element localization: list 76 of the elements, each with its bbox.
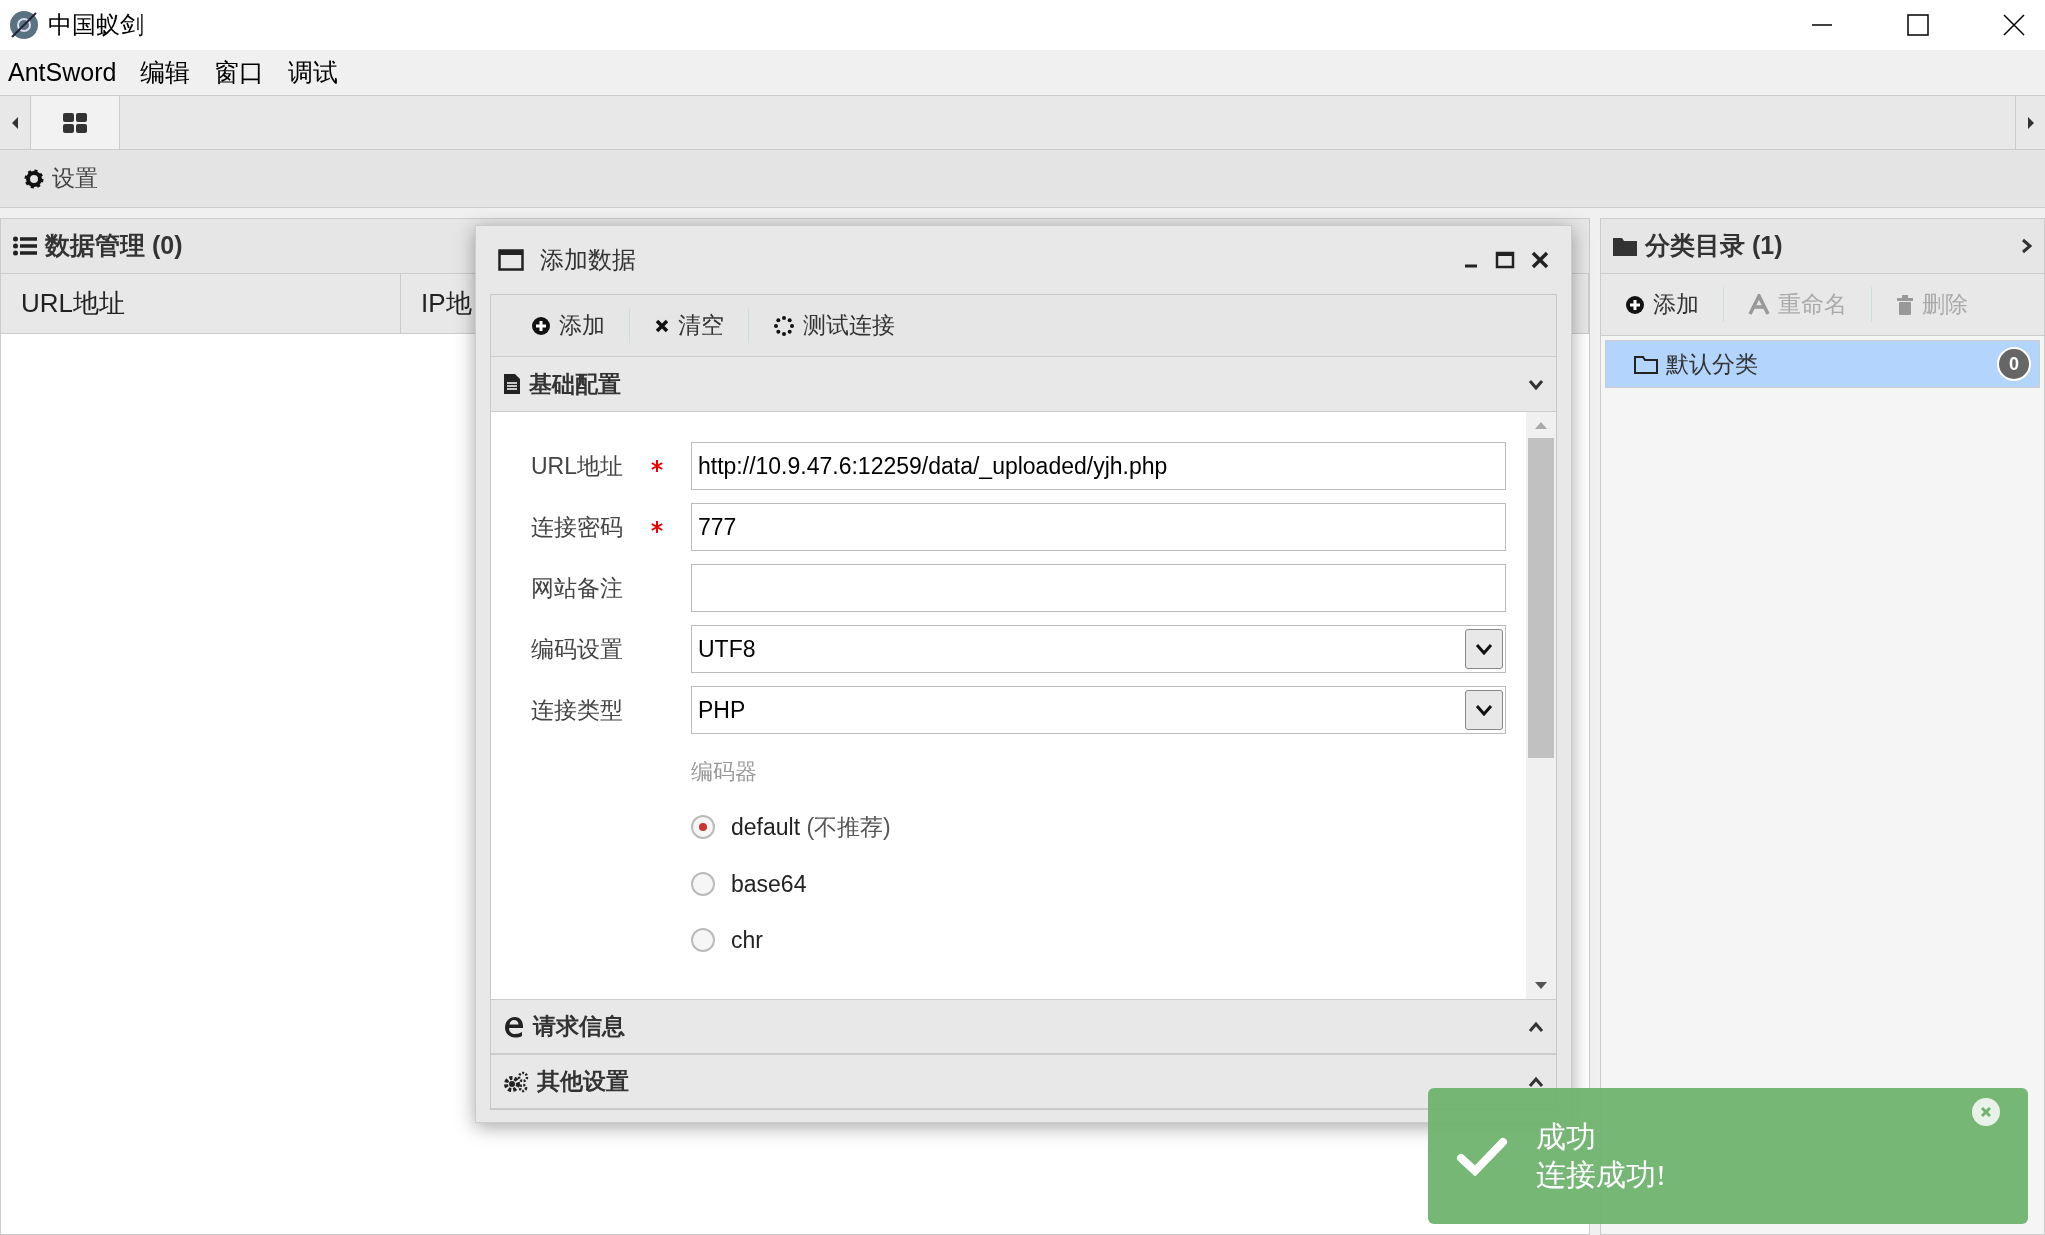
required-icon xyxy=(651,460,663,472)
expand-icon[interactable] xyxy=(1528,1075,1544,1088)
dialog-title: 添加数据 xyxy=(540,245,636,275)
menu-item[interactable]: AntSword xyxy=(8,53,117,92)
field-label: 连接密码 xyxy=(531,512,624,542)
chevron-right-icon[interactable] xyxy=(2020,238,2032,254)
list-icon xyxy=(13,236,37,256)
input-field[interactable]: http://10.9.47.6:12259/data/_uploaded/yjh.php xyxy=(691,442,1506,490)
tab[interactable] xyxy=(30,96,120,149)
input-field[interactable]: 777 xyxy=(691,503,1506,551)
select-field[interactable]: PHP xyxy=(691,686,1506,734)
close-icon[interactable] xyxy=(2003,14,2025,36)
field-label: URL地址 xyxy=(531,451,624,481)
menu-item[interactable]: 窗口 xyxy=(214,53,265,92)
field-label: 网站备注 xyxy=(531,573,624,603)
window-icon xyxy=(498,249,524,271)
toolbar-button[interactable]: 添加 xyxy=(507,308,629,343)
required-icon xyxy=(651,521,663,533)
field-label: 连接类型 xyxy=(531,695,624,725)
maximize-icon[interactable] xyxy=(1495,251,1515,269)
section-header[interactable]: 请求信息 xyxy=(491,999,1556,1054)
close-icon[interactable] xyxy=(1531,251,1549,269)
select-field[interactable]: UTF8 xyxy=(691,625,1506,673)
radio-button[interactable] xyxy=(691,871,715,896)
trash-icon xyxy=(1896,294,1914,315)
document-icon xyxy=(503,373,521,395)
field-label: 编码设置 xyxy=(531,634,624,664)
column-header[interactable]: URL地址 xyxy=(1,274,401,333)
category-item[interactable]: 默认分类 0 xyxy=(1605,340,2040,388)
settings-button[interactable]: 设置 xyxy=(24,161,98,196)
count-badge: 0 xyxy=(1997,347,2031,381)
input-field[interactable] xyxy=(691,564,1506,612)
scroll-right-icon[interactable] xyxy=(2025,115,2036,130)
gears-icon xyxy=(503,1070,529,1093)
window-title: 中国蚁剑 xyxy=(48,10,144,40)
app-logo-icon xyxy=(8,9,40,41)
edge-logo-icon xyxy=(503,1015,525,1038)
close-icon xyxy=(654,317,670,334)
section-title: 其他设置 xyxy=(537,1067,629,1097)
close-icon xyxy=(1980,1106,1992,1118)
toast-title: 成功 xyxy=(1536,1119,1597,1155)
radio-option[interactable]: chr xyxy=(691,923,1506,958)
menu-item[interactable]: 调试 xyxy=(288,53,339,92)
toast-message: 连接成功! xyxy=(1536,1157,1666,1193)
dropdown-icon xyxy=(1475,643,1493,655)
group-label: 编码器 xyxy=(691,758,758,786)
toolbar-button[interactable]: 添加 xyxy=(1601,287,1723,322)
settings-icon xyxy=(24,168,44,189)
grid-icon xyxy=(63,112,87,133)
section-header[interactable]: 其他设置 xyxy=(491,1054,1556,1109)
panel-title: 数据管理 (0) xyxy=(45,230,183,262)
radio-button[interactable] xyxy=(691,928,715,953)
toolbar-button[interactable]: 清空 xyxy=(629,308,748,343)
font-icon xyxy=(1748,293,1770,316)
plus-circle-icon xyxy=(1625,294,1645,315)
collapse-icon[interactable] xyxy=(1528,378,1544,390)
dropdown-icon xyxy=(1475,704,1493,716)
toolbar-button[interactable]: 测试连接 xyxy=(748,308,919,343)
folder-icon xyxy=(1634,354,1658,374)
maximize-icon[interactable] xyxy=(1907,14,1929,36)
category-name: 默认分类 xyxy=(1666,349,1758,379)
checkmark-icon xyxy=(1456,1136,1508,1176)
spinner-icon xyxy=(773,314,795,337)
menu-item[interactable]: 编辑 xyxy=(140,53,191,92)
scroll-down-icon[interactable] xyxy=(1534,981,1548,991)
plus-circle-icon xyxy=(531,315,551,336)
panel-title: 分类目录 (1) xyxy=(1645,230,1783,262)
radio-option[interactable]: base64 xyxy=(691,866,1506,901)
radio-option[interactable]: default (不推荐) xyxy=(691,810,1506,845)
scrollbar-thumb[interactable] xyxy=(1528,438,1554,758)
section-title: 基础配置 xyxy=(529,369,621,399)
section-title: 请求信息 xyxy=(533,1012,625,1042)
radio-button[interactable] xyxy=(691,815,715,840)
expand-icon[interactable] xyxy=(1528,1020,1544,1033)
scroll-left-icon[interactable] xyxy=(10,115,20,130)
folder-icon xyxy=(1613,236,1637,256)
